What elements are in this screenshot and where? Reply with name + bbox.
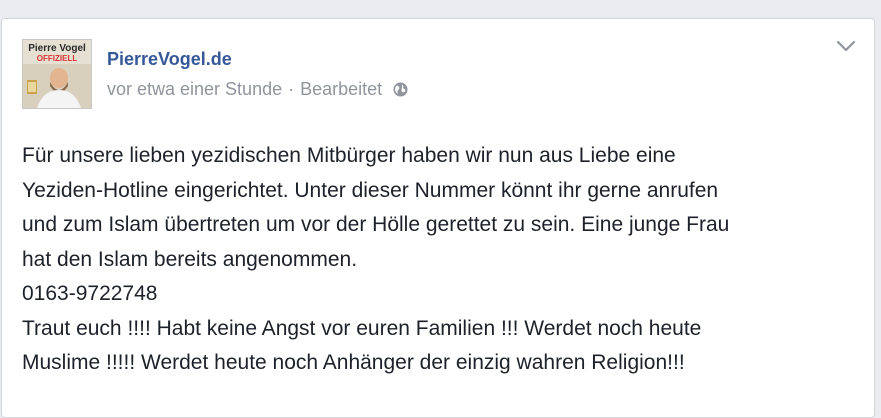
timestamp-link[interactable]: vor etwa einer Stunde <box>107 79 282 100</box>
avatar-text-bottom: OFFIZIELL <box>37 54 78 63</box>
post-line: Für unsere lieben yezidischen Mitbürger … <box>22 144 676 167</box>
chevron-down-icon[interactable] <box>836 39 856 53</box>
post-line: Muslime !!!!! Werdet heute noch Anhänger… <box>22 351 685 374</box>
post-line: hat den Islam bereits angenommen. <box>22 247 358 271</box>
post-body: Für unsere lieben yezidischen Mitbürger … <box>22 139 862 381</box>
post-card: Pierre Vogel OFFIZIELL PierreVogel.de vo… <box>1 18 875 418</box>
meta-separator: · <box>288 79 295 99</box>
post-line: Traut euch !!!! Habt keine Angst vor eur… <box>22 316 702 340</box>
phone-number: 0163-9722748 <box>22 282 158 305</box>
avatar[interactable]: Pierre Vogel OFFIZIELL <box>22 39 92 109</box>
post-meta: vor etwa einer Stunde · Bearbeitet <box>107 79 409 100</box>
post-line: und zum Islam übertreten um vor der Höll… <box>22 213 730 236</box>
post-line: Yeziden-Hotline eingerichtet. Unter dies… <box>22 178 719 202</box>
globe-icon[interactable] <box>392 81 409 98</box>
avatar-image: Pierre Vogel OFFIZIELL <box>23 40 91 108</box>
avatar-text-top: Pierre Vogel <box>28 43 86 54</box>
author-link[interactable]: PierreVogel.de <box>107 49 232 70</box>
edited-link[interactable]: Bearbeitet <box>300 79 382 100</box>
